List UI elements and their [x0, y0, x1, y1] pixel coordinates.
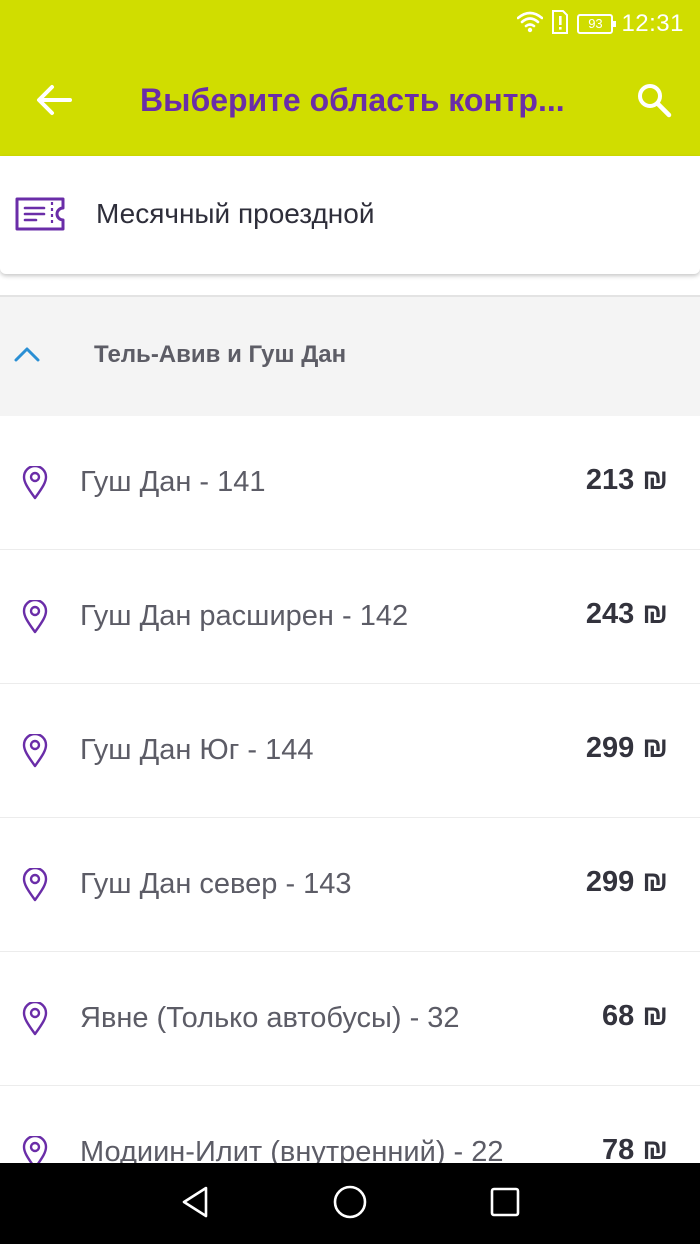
- status-time: 12:31: [621, 10, 684, 37]
- sim-alert-icon: [551, 9, 569, 39]
- screen: 93 12:31 Выберите область контр... Месяч…: [0, 0, 700, 1244]
- location-pin-icon: [22, 732, 48, 768]
- arrow-left-icon: [36, 84, 72, 121]
- back-button[interactable]: [22, 72, 86, 132]
- area-row[interactable]: Гуш Дан - 141 213 ₪: [0, 416, 700, 550]
- triangle-back-icon: [180, 1185, 210, 1224]
- area-row[interactable]: Гуш Дан север - 143 299 ₪: [0, 818, 700, 952]
- location-pin-icon: [22, 598, 48, 634]
- area-list: Гуш Дан - 141 213 ₪ Гуш Дан расширен - 1…: [0, 416, 700, 1220]
- area-price: 243 ₪: [585, 598, 668, 630]
- area-price: 299 ₪: [585, 732, 668, 764]
- area-row[interactable]: Гуш Дан расширен - 142 243 ₪: [0, 550, 700, 684]
- circle-home-icon: [332, 1184, 368, 1225]
- app-bar: Выберите область контр...: [0, 48, 700, 156]
- ticket-icon: [14, 196, 66, 232]
- location-pin-icon: [22, 866, 48, 902]
- location-pin-icon: [22, 1000, 48, 1036]
- area-name: Гуш Дан - 141: [80, 466, 266, 498]
- system-nav-bar: [0, 1163, 700, 1244]
- region-title: Тель-Авив и Гуш Дан: [94, 341, 347, 368]
- area-price: 68 ₪: [602, 1000, 668, 1032]
- area-name: Гуш Дан Юг - 144: [80, 734, 314, 766]
- area-row[interactable]: Гуш Дан Юг - 144 299 ₪: [0, 684, 700, 818]
- area-price: 299 ₪: [585, 866, 668, 898]
- ticket-type-card[interactable]: Месячный проездной: [0, 156, 700, 274]
- ticket-type-label: Месячный проездной: [96, 198, 375, 229]
- region-section-header[interactable]: Тель-Авив и Гуш Дан: [0, 297, 700, 416]
- area-row[interactable]: Явне (Только автобусы) - 32 68 ₪: [0, 952, 700, 1086]
- area-name: Гуш Дан север - 143: [80, 868, 352, 900]
- search-button[interactable]: [622, 72, 686, 132]
- battery-indicator: 93: [577, 14, 617, 34]
- wifi-icon: [517, 11, 544, 38]
- chevron-up-icon: [12, 339, 42, 369]
- app-header: 93 12:31 Выберите область контр...: [0, 0, 700, 156]
- status-icons: 93 12:31: [517, 8, 684, 40]
- nav-recents-button[interactable]: [480, 1179, 530, 1229]
- nav-back-button[interactable]: [170, 1179, 220, 1229]
- nav-home-button[interactable]: [325, 1179, 375, 1229]
- search-icon: [636, 82, 672, 123]
- location-pin-icon: [22, 464, 48, 500]
- area-price: 213 ₪: [585, 464, 668, 496]
- area-name: Явне (Только автобусы) - 32: [80, 1002, 460, 1034]
- status-bar: 93 12:31: [0, 0, 700, 48]
- area-name: Гуш Дан расширен - 142: [80, 600, 409, 632]
- page-title: Выберите область контр...: [140, 82, 565, 118]
- square-recents-icon: [489, 1186, 521, 1223]
